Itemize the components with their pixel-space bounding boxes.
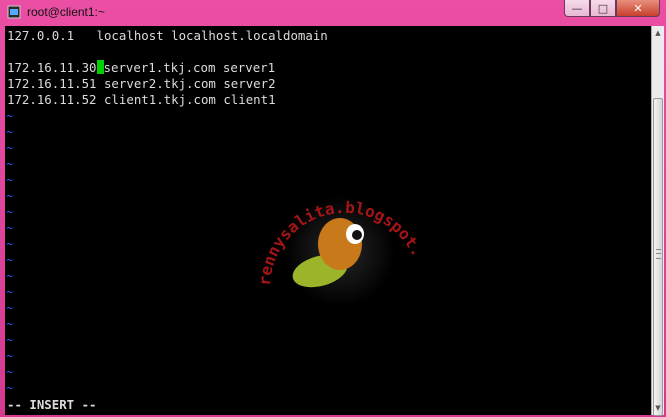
terminal-window: root@client1:~ — □ ✕ rennysalita.blogspo… xyxy=(0,0,666,417)
hosts-line-3-ip: 172.16.11.30 xyxy=(7,60,97,75)
tilde-marker: ~ xyxy=(6,109,14,123)
window-title: root@client1:~ xyxy=(27,5,105,19)
scroll-up-arrow-icon[interactable]: ▲ xyxy=(652,26,664,40)
watermark-logo: rennysalita.blogspot.com xyxy=(245,176,427,306)
tilde-marker: ~ xyxy=(6,317,14,331)
title-bar[interactable]: root@client1:~ — □ ✕ xyxy=(0,0,666,26)
tilde-marker: ~ xyxy=(6,189,14,203)
tilde-marker: ~ xyxy=(6,221,14,235)
tilde-marker: ~ xyxy=(6,125,14,139)
text-cursor xyxy=(96,60,104,74)
minimize-button[interactable]: — xyxy=(564,0,590,17)
hosts-line-3: 172.16.11.30 server1.tkj.com server1 xyxy=(7,60,275,76)
tilde-marker: ~ xyxy=(6,253,14,267)
tilde-marker: ~ xyxy=(6,237,14,251)
hosts-line-1: 127.0.0.1 localhost localhost.localdomai… xyxy=(7,28,328,43)
tilde-marker: ~ xyxy=(6,205,14,219)
hosts-line-5: 172.16.11.52 client1.tkj.com client1 xyxy=(7,92,276,107)
tilde-marker: ~ xyxy=(6,285,14,299)
terminal-app-icon xyxy=(7,5,21,19)
close-button[interactable]: ✕ xyxy=(616,0,660,17)
vim-mode-status: -- INSERT -- xyxy=(7,397,97,412)
grip-icon xyxy=(656,249,661,259)
window-controls: — □ ✕ xyxy=(564,0,660,18)
tilde-marker: ~ xyxy=(6,173,14,187)
tilde-marker: ~ xyxy=(6,301,14,315)
terminal-area[interactable]: rennysalita.blogspot.com 127.0.0.1 local… xyxy=(5,26,651,415)
tilde-marker: ~ xyxy=(6,349,14,363)
tilde-marker: ~ xyxy=(6,365,14,379)
tilde-marker: ~ xyxy=(6,381,14,395)
tilde-marker: ~ xyxy=(6,157,14,171)
vertical-scrollbar[interactable]: ▲ ▼ xyxy=(651,26,664,416)
hosts-line-3-rest: server1.tkj.com server1 xyxy=(103,60,276,75)
scrollbar-thumb[interactable] xyxy=(653,98,663,416)
maximize-button[interactable]: □ xyxy=(590,0,616,17)
hosts-line-4: 172.16.11.51 server2.tkj.com server2 xyxy=(7,76,276,91)
tilde-marker: ~ xyxy=(6,141,14,155)
tilde-marker: ~ xyxy=(6,333,14,347)
scroll-down-arrow-icon[interactable]: ▼ xyxy=(652,401,664,415)
tilde-marker: ~ xyxy=(6,269,14,283)
